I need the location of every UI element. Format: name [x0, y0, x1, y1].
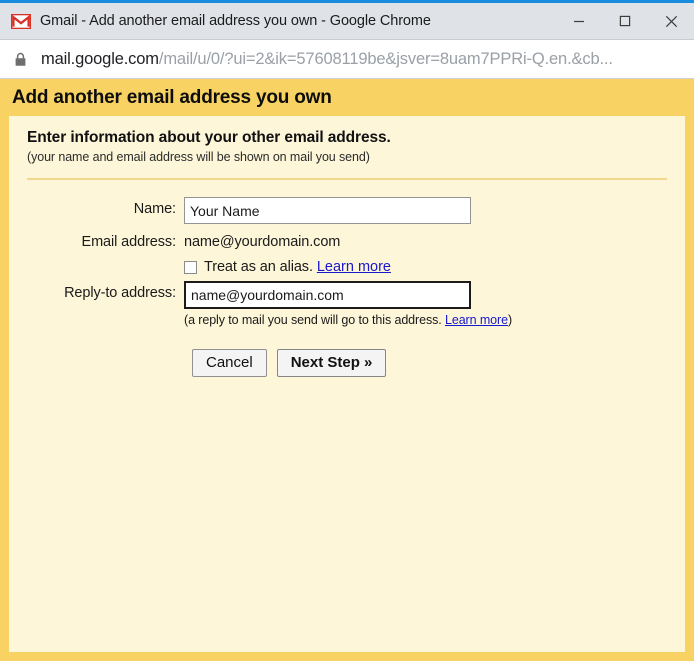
alias-field-wrap: Treat as an alias. Learn more: [184, 256, 685, 275]
right-border-strip: [685, 116, 694, 652]
reply-to-hint-suffix: ): [507, 313, 513, 327]
email-address-label: Email address:: [81, 234, 177, 250]
section-divider: [27, 178, 667, 180]
alias-learn-more-link[interactable]: Learn more: [317, 259, 391, 275]
left-border-strip: [0, 116, 9, 652]
reply-to-field-wrap: (a reply to mail you send will go to thi…: [184, 281, 685, 327]
intro-block: Enter information about your other email…: [9, 116, 685, 164]
name-label: Name:: [133, 201, 176, 217]
alias-spacer: [9, 256, 184, 260]
reply-to-input[interactable]: [184, 281, 471, 309]
url-host: mail.google.com: [41, 49, 159, 68]
address-bar[interactable]: mail.google.com/mail/u/0/?ui=2&ik=576081…: [0, 40, 694, 79]
reply-to-label: Reply-to address:: [64, 285, 176, 301]
page-filler: [9, 377, 685, 652]
reply-to-learn-more-link[interactable]: Learn more: [445, 313, 508, 327]
form-actions: Cancel Next Step »: [9, 349, 685, 378]
intro-subtitle: (your name and email address will be sho…: [27, 150, 370, 164]
treat-as-alias-checkbox[interactable]: [184, 260, 197, 274]
email-address-form: Name: Email address: name@yourdomain.com: [9, 197, 685, 378]
bottom-border-strip: [0, 652, 694, 661]
form-row-email-address: Email address: name@yourdomain.com: [9, 230, 685, 250]
page-header: Add another email address you own: [0, 79, 694, 116]
email-address-field-wrap: name@yourdomain.com: [184, 230, 685, 250]
page-body: Enter information about your other email…: [9, 116, 685, 652]
page-content: Add another email address you own Enter …: [0, 79, 694, 661]
email-address-value: name@yourdomain.com: [184, 234, 341, 250]
close-button[interactable]: [648, 3, 694, 39]
minimize-button[interactable]: [556, 3, 602, 39]
name-field-wrap: [184, 197, 685, 224]
form-row-reply-to: Reply-to address: (a reply to mail you s…: [9, 281, 685, 327]
maximize-button[interactable]: [602, 3, 648, 39]
browser-window: Gmail - Add another email address you ow…: [0, 0, 694, 661]
form-row-alias: Treat as an alias. Learn more: [9, 256, 685, 275]
intro-title: Enter information about your other email…: [27, 129, 391, 146]
cancel-button[interactable]: Cancel: [192, 349, 267, 378]
titlebar: Gmail - Add another email address you ow…: [0, 3, 694, 40]
padlock-icon: [14, 52, 27, 67]
window-controls: [556, 3, 694, 39]
form-row-name: Name:: [9, 197, 685, 224]
gmail-m-icon: [10, 13, 32, 29]
reply-to-hint: (a reply to mail you send will go to thi…: [184, 313, 685, 327]
window-title: Gmail - Add another email address you ow…: [40, 13, 431, 29]
url-path: /mail/u/0/?ui=2&ik=57608119be&jsver=8uam…: [158, 49, 613, 68]
alias-row: Treat as an alias. Learn more: [184, 256, 685, 275]
alias-label: Treat as an alias.: [204, 259, 313, 275]
titlebar-left: Gmail - Add another email address you ow…: [0, 13, 556, 29]
next-step-button[interactable]: Next Step »: [276, 349, 387, 378]
reply-to-hint-prefix: (a reply to mail you send will go to thi…: [184, 313, 445, 327]
page-body-wrapper: Enter information about your other email…: [0, 116, 694, 652]
page-title: Add another email address you own: [12, 86, 332, 108]
name-input[interactable]: [184, 197, 471, 224]
url-text: mail.google.com/mail/u/0/?ui=2&ik=576081…: [41, 50, 613, 69]
